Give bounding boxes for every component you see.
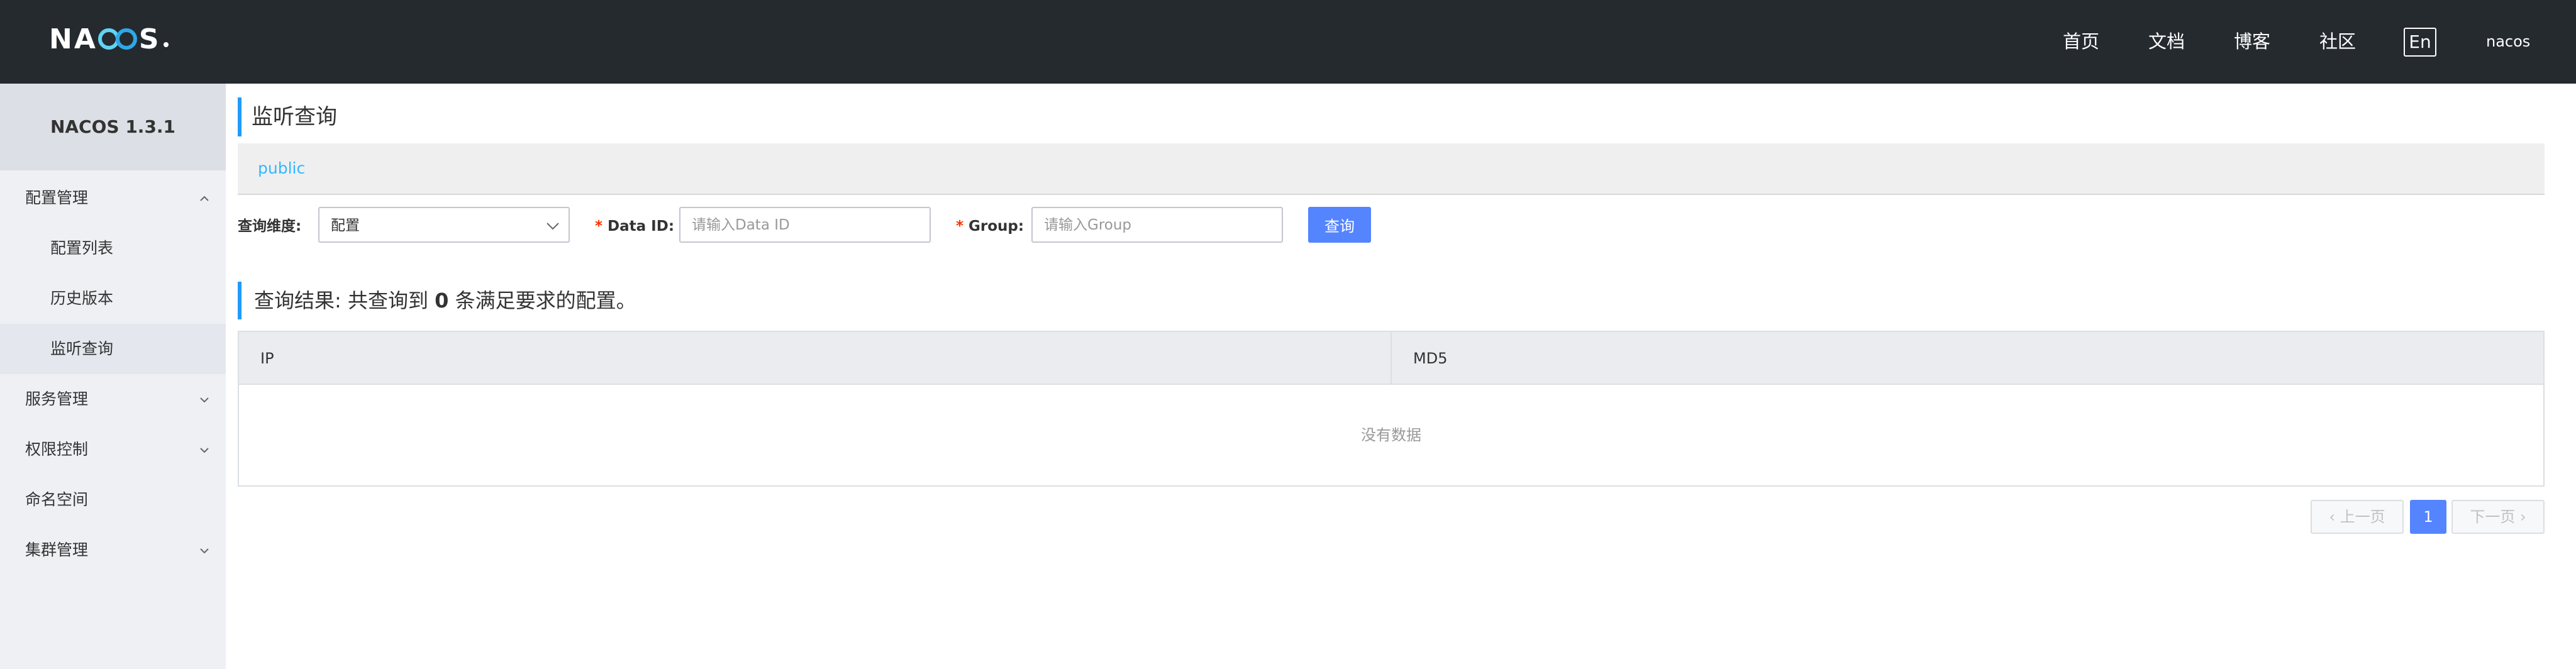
sidebar-item-label: 命名空间 xyxy=(25,490,89,509)
required-mark: * xyxy=(595,218,603,235)
sidebar-item-config-list[interactable]: 配置列表 xyxy=(0,223,226,274)
nacos-logo[interactable]: NA S xyxy=(49,24,169,55)
sidebar-item-namespace[interactable]: 命名空间 xyxy=(0,475,226,525)
sidebar-item-config-management[interactable]: 配置管理 xyxy=(0,173,226,223)
empty-table-message: 没有数据 xyxy=(1361,426,1421,444)
result-count: 0 xyxy=(435,289,449,312)
chevron-down-icon xyxy=(200,546,209,555)
column-header-md5: MD5 xyxy=(1413,350,1448,367)
logo-dot-icon xyxy=(163,42,169,47)
result-summary: 查询结果: 共查询到 0 条满足要求的配置。 xyxy=(238,282,636,319)
chevron-left-icon: ‹ xyxy=(2329,508,2340,526)
prev-page-button[interactable]: ‹ 上一页 xyxy=(2311,500,2404,534)
dimension-label: 查询维度: xyxy=(238,218,302,235)
top-header: NA S 首页 文档 博客 社区 En nacos xyxy=(0,0,2576,84)
language-toggle-button[interactable]: En xyxy=(2404,28,2436,57)
page-title: 监听查询 xyxy=(238,97,337,136)
chevron-right-icon: › xyxy=(2515,508,2526,526)
sidebar-title: NACOS 1.3.1 xyxy=(0,84,226,170)
required-mark: * xyxy=(956,218,964,235)
nav-community[interactable]: 社区 xyxy=(2319,30,2356,53)
table-header: IP MD5 xyxy=(239,332,2543,385)
query-button[interactable]: 查询 xyxy=(1308,207,1371,243)
dimension-select-value: 配置 xyxy=(331,218,360,234)
nav-docs[interactable]: 文档 xyxy=(2148,30,2185,53)
sidebar-item-label: 配置管理 xyxy=(25,189,89,207)
dimension-select[interactable]: 配置 xyxy=(318,207,570,243)
namespace-bar: public xyxy=(238,143,2545,195)
chevron-up-icon xyxy=(200,194,209,203)
logo-text-right: S xyxy=(138,23,161,55)
group-label: * Group: xyxy=(956,217,1024,236)
sidebar-item-label: 服务管理 xyxy=(25,390,89,408)
sidebar-item-label: 监听查询 xyxy=(50,340,114,358)
sidebar-item-history[interactable]: 历史版本 xyxy=(0,274,226,324)
nav-blog[interactable]: 博客 xyxy=(2234,30,2270,53)
chevron-down-icon xyxy=(546,219,560,235)
nav-home[interactable]: 首页 xyxy=(2063,30,2099,53)
data-id-label: * Data ID: xyxy=(595,217,674,236)
results-table: IP MD5 没有数据 xyxy=(238,331,2545,487)
group-label-text: Group: xyxy=(969,218,1024,235)
result-suffix: 条满足要求的配置。 xyxy=(448,289,636,312)
sidebar-item-label: 集群管理 xyxy=(25,541,89,559)
query-form: 查询维度: 配置 * Data ID: * Group: 查询 xyxy=(238,207,2545,246)
namespace-link-public[interactable]: public xyxy=(258,157,305,180)
data-id-input[interactable] xyxy=(679,207,931,243)
sidebar-item-label: 权限控制 xyxy=(25,440,89,458)
sidebar-item-label: 配置列表 xyxy=(50,239,114,257)
logo-text-left: NA xyxy=(49,23,97,55)
chevron-down-icon xyxy=(200,395,209,404)
username[interactable]: nacos xyxy=(2486,31,2530,52)
next-page-button[interactable]: 下一页 › xyxy=(2451,500,2545,534)
chevron-down-icon xyxy=(200,446,209,455)
logo-rings-icon xyxy=(97,28,138,50)
prev-page-label: 上一页 xyxy=(2340,508,2385,526)
sidebar-item-listener-query[interactable]: 监听查询 xyxy=(0,324,226,374)
sidebar-item-access-control[interactable]: 权限控制 xyxy=(0,424,226,475)
page-number-1[interactable]: 1 xyxy=(2410,500,2446,534)
column-header-ip: IP xyxy=(239,332,1392,385)
sidebar: NACOS 1.3.1 配置管理 配置列表 历史版本 监听查询 服务管理 权限控… xyxy=(0,84,226,669)
next-page-label: 下一页 xyxy=(2470,508,2516,526)
sidebar-item-cluster-management[interactable]: 集群管理 xyxy=(0,525,226,575)
result-prefix: 查询结果: 共查询到 xyxy=(254,289,435,312)
main-content: 监听查询 public 查询维度: 配置 * Data ID: * Group: 查… xyxy=(238,84,2576,669)
sidebar-item-service-management[interactable]: 服务管理 xyxy=(0,374,226,424)
group-input[interactable] xyxy=(1031,207,1283,243)
data-id-label-text: Data ID: xyxy=(608,218,675,235)
sidebar-item-label: 历史版本 xyxy=(50,289,114,307)
